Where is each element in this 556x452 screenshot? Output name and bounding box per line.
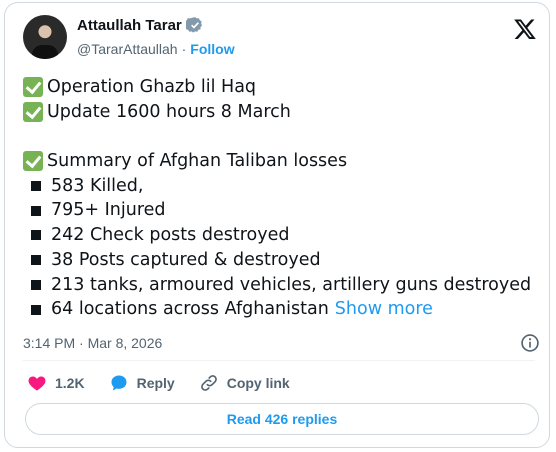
bullet-item: 38 Posts captured & destroyed <box>23 248 538 273</box>
divider <box>23 360 535 361</box>
author-handle-row: @TararAttaullah · Follow <box>77 41 235 57</box>
tweet-line: Update 1600 hours 8 March <box>23 100 538 125</box>
tweet-text: Operation Ghazb lil Haq Update 1600 hour… <box>23 75 538 322</box>
info-icon[interactable] <box>520 333 540 353</box>
separator-dot: · <box>181 41 187 57</box>
tweet-line: Operation Ghazb lil Haq <box>23 75 538 100</box>
action-bar: 1.2K Reply Copy link <box>27 373 314 393</box>
square-bullet-icon <box>31 304 41 315</box>
read-replies-button[interactable]: Read 426 replies <box>25 403 539 435</box>
author-handle[interactable]: @TararAttaullah <box>77 41 178 57</box>
tweet-line-text: Summary of Afghan Taliban losses <box>47 151 348 172</box>
square-bullet-icon <box>31 255 41 266</box>
bullet-text: 64 locations across Afghanistan <box>51 299 329 320</box>
like-button[interactable]: 1.2K <box>27 373 85 393</box>
author-display-name[interactable]: Attaullah Tarar <box>77 17 182 34</box>
reply-label: Reply <box>136 375 175 391</box>
square-bullet-icon <box>31 181 41 192</box>
check-mark-icon <box>23 102 43 123</box>
bullet-text: 583 Killed, <box>51 175 144 196</box>
tweet-line: Summary of Afghan Taliban losses <box>23 149 538 174</box>
copy-link-label: Copy link <box>226 375 290 391</box>
reply-button[interactable]: Reply <box>109 373 175 393</box>
copy-link-button[interactable]: Copy link <box>199 373 290 393</box>
tweet-line-text: Update 1600 hours 8 March <box>47 101 291 122</box>
like-count: 1.2K <box>55 375 85 391</box>
check-mark-icon <box>23 151 43 172</box>
verified-badge-icon <box>185 17 202 33</box>
square-bullet-icon <box>31 205 41 216</box>
author-name-row: Attaullah Tarar <box>77 16 204 34</box>
bullet-text: 795+ Injured <box>51 200 166 221</box>
bullet-item: 583 Killed, <box>23 174 538 199</box>
show-more-link[interactable]: Show more <box>335 297 433 322</box>
bullet-item: 213 tanks, armoured vehicles, artillery … <box>23 273 538 298</box>
tweet-card: Attaullah Tarar @TararAttaullah · Follow… <box>4 2 550 448</box>
follow-button[interactable]: Follow <box>190 41 234 57</box>
avatar[interactable] <box>23 15 67 59</box>
heart-icon <box>28 376 46 391</box>
check-mark-icon <box>23 77 43 98</box>
tweet-timestamp[interactable]: 3:14 PM · Mar 8, 2026 <box>23 335 162 351</box>
bullet-text: 38 Posts captured & destroyed <box>51 249 321 270</box>
bullet-item: 795+ Injured <box>23 198 538 223</box>
bullet-text: 213 tanks, armoured vehicles, artillery … <box>51 274 532 295</box>
link-icon <box>200 375 217 391</box>
bullet-text: 242 Check posts destroyed <box>51 225 290 246</box>
square-bullet-icon <box>31 279 41 290</box>
square-bullet-icon <box>31 230 41 241</box>
bullet-item: 64 locations across Afghanistan Show mor… <box>23 297 538 322</box>
tweet-line-text: Operation Ghazb lil Haq <box>47 77 257 97</box>
x-logo-icon[interactable] <box>513 17 537 41</box>
reply-bubble-icon <box>111 375 127 391</box>
bullet-item: 242 Check posts destroyed <box>23 223 538 248</box>
